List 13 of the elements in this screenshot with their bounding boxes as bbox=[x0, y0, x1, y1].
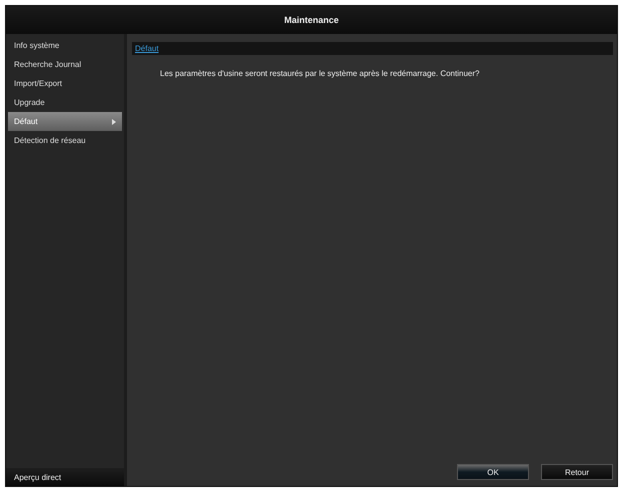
confirmation-message: Les paramètres d'usine seront restaurés par le système après le redémarrage. Continuer? bbox=[160, 69, 480, 78]
live-view-button[interactable]: Aperçu direct bbox=[6, 468, 124, 486]
back-button[interactable]: Retour bbox=[541, 464, 613, 480]
tab[interactable]: Défaut bbox=[132, 44, 162, 53]
sidebar-item[interactable]: Import/Export bbox=[8, 74, 122, 93]
caret-icon bbox=[112, 118, 116, 124]
window-title: Maintenance bbox=[6, 6, 617, 34]
sidebar-item[interactable]: Défaut bbox=[8, 112, 122, 131]
sidebar-item[interactable]: Détection de réseau bbox=[8, 131, 122, 150]
ok-button[interactable]: OK bbox=[457, 464, 529, 480]
sidebar-item[interactable]: Upgrade bbox=[8, 93, 122, 112]
sidebar-item[interactable]: Recherche Journal bbox=[8, 55, 122, 74]
sidebar-item[interactable]: Info système bbox=[8, 36, 122, 55]
